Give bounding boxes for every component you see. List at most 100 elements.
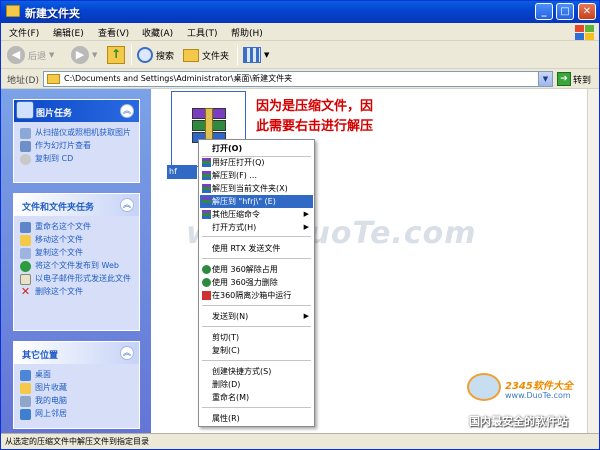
folder-icon	[6, 5, 20, 17]
menu-extract-to[interactable]: 解压到(F) ...	[200, 169, 313, 182]
views-button[interactable]: ▼	[243, 44, 269, 66]
minimize-button[interactable]: _	[535, 3, 553, 20]
menu-open-with-haozip[interactable]: 用好压打开(Q)	[200, 156, 313, 169]
pictures-folder-icon	[20, 383, 31, 394]
annotation-note: 因为是压缩文件，因 此需要右击进行解压	[256, 99, 374, 134]
chevron-down-icon: ▼	[92, 51, 98, 59]
task-email-file[interactable]: 以电子邮件形式发送此文件	[20, 274, 133, 285]
toolbar-separator	[237, 45, 238, 65]
menu-open[interactable]: 打开(O)	[200, 142, 313, 155]
menu-separator	[202, 407, 311, 408]
menu-separator	[202, 258, 311, 259]
picture-tasks-panel: 图片任务 ︽ 从扫描仪或照相机获取图片 作为幻灯片查看 复制到 CD	[13, 99, 140, 183]
windows-logo-icon	[573, 24, 595, 40]
address-input[interactable]: C:\Documents and Settings\Administrator\…	[43, 71, 553, 87]
place-my-pictures[interactable]: 图片收藏	[20, 383, 133, 394]
menu-delete[interactable]: 删除(D)	[200, 378, 313, 391]
menu-360-force-delete[interactable]: 使用 360强力删除	[200, 276, 313, 289]
menu-cut[interactable]: 剪切(T)	[200, 331, 313, 344]
file-tasks-panel: 文件和文件夹任务 ︽ 重命名这个文件 移动这个文件 复制这个文件 将这个文件发布…	[13, 193, 140, 331]
context-menu: 打开(O) 用好压打开(Q) 解压到(F) ... 解压到当前文件夹(X) 解压…	[198, 139, 315, 427]
delete-icon: ✕	[20, 285, 31, 298]
search-button[interactable]: 搜索	[137, 44, 174, 66]
computer-icon	[20, 396, 31, 407]
camera-icon	[20, 128, 31, 139]
watermark-tagline: 国内最安全的软件站	[469, 415, 568, 428]
search-icon	[137, 47, 153, 63]
folders-label: 文件夹	[202, 51, 230, 62]
rename-icon	[20, 222, 31, 233]
place-network[interactable]: 网上邻居	[20, 409, 133, 420]
watermark-logo: 2345软件大全 www.DuoTe.com	[463, 353, 593, 409]
collapse-icon[interactable]: ︽	[120, 346, 134, 360]
search-label: 搜索	[156, 51, 175, 62]
panel-title: 文件和文件夹任务	[22, 203, 95, 213]
views-icon	[243, 47, 261, 63]
menu-send-to[interactable]: 发送到(N) ▶	[200, 310, 313, 323]
chevron-down-icon[interactable]: ▼	[538, 72, 552, 86]
task-scan-images[interactable]: 从扫描仪或照相机获取图片	[20, 128, 133, 139]
menu-rtx-send[interactable]: 使用 RTX 发送文件	[200, 242, 313, 255]
menu-rename[interactable]: 重命名(M)	[200, 391, 313, 404]
go-arrow-icon: ➔	[557, 72, 571, 86]
submenu-arrow-icon: ▶	[303, 223, 309, 231]
network-icon	[20, 409, 31, 420]
globe-icon	[20, 261, 31, 272]
task-slideshow[interactable]: 作为幻灯片查看	[20, 141, 133, 152]
menu-copy[interactable]: 复制(C)	[200, 344, 313, 357]
file-name-label[interactable]: hf	[167, 165, 197, 179]
other-places-panel: 其它位置 ︽ 桌面 图片收藏 我的电脑 网上邻居	[13, 341, 140, 429]
go-button[interactable]: ➔ 转到	[557, 71, 597, 87]
panel-header[interactable]: 文件和文件夹任务 ︽	[14, 194, 139, 216]
menu-extract-here[interactable]: 解压到当前文件夹(X)	[200, 182, 313, 195]
folder-icon	[47, 74, 60, 84]
menu-create-shortcut[interactable]: 创建快捷方式(S)	[200, 365, 313, 378]
haozip-icon	[202, 197, 211, 206]
task-copy-file[interactable]: 复制这个文件	[20, 248, 133, 259]
submenu-arrow-icon: ▶	[303, 210, 309, 218]
title-bar[interactable]: 新建文件夹 _ □ ✕	[1, 1, 599, 23]
haozip-icon	[202, 158, 211, 167]
up-button[interactable]: ↑	[107, 44, 125, 66]
collapse-icon[interactable]: ︽	[120, 198, 134, 212]
menu-file[interactable]: 文件(F)	[9, 26, 39, 39]
folders-button[interactable]: 文件夹	[183, 44, 229, 66]
place-my-computer[interactable]: 我的电脑	[20, 396, 133, 407]
panel-header[interactable]: 其它位置 ︽	[14, 342, 139, 364]
move-icon	[20, 235, 31, 246]
task-move-file[interactable]: 移动这个文件	[20, 235, 133, 246]
close-button[interactable]: ✕	[578, 3, 596, 20]
place-desktop[interactable]: 桌面	[20, 370, 133, 381]
menu-view[interactable]: 查看(V)	[98, 26, 129, 39]
menu-help[interactable]: 帮助(H)	[231, 26, 263, 39]
task-delete-file[interactable]: ✕ 删除这个文件	[20, 285, 133, 298]
task-publish-web[interactable]: 将这个文件发布到 Web	[20, 261, 133, 272]
back-button[interactable]: ◀ 后退 ▼	[7, 44, 54, 66]
menu-360-unlock[interactable]: 使用 360解除占用	[200, 263, 313, 276]
menu-favorites[interactable]: 收藏(A)	[142, 26, 173, 39]
panel-title: 图片任务	[36, 109, 73, 119]
go-label: 转到	[573, 75, 592, 86]
menu-other-compress[interactable]: 其他压缩命令 ▶	[200, 208, 313, 221]
maximize-button[interactable]: □	[556, 3, 574, 20]
task-copy-to-cd[interactable]: 复制到 CD	[20, 154, 133, 165]
menu-properties[interactable]: 属性(R)	[200, 412, 313, 425]
forward-button[interactable]: ▶ ▼	[71, 44, 97, 66]
menu-tools[interactable]: 工具(T)	[187, 26, 218, 39]
haozip-icon	[202, 184, 211, 193]
menu-edit[interactable]: 编辑(E)	[53, 26, 84, 39]
submenu-arrow-icon: ▶	[303, 312, 309, 320]
menu-360-sandbox[interactable]: 在360隔离沙箱中运行	[200, 289, 313, 302]
360-icon	[202, 278, 211, 287]
collapse-icon[interactable]: ︽	[120, 104, 134, 118]
sandbox-icon	[202, 291, 211, 300]
360-icon	[202, 265, 211, 274]
menu-extract-to-folder[interactable]: 解压到 "hfrj\" (E)	[200, 195, 313, 208]
panel-header[interactable]: 图片任务 ︽	[14, 100, 139, 122]
chevron-down-icon: ▼	[49, 51, 55, 59]
up-folder-icon: ↑	[107, 46, 125, 64]
window-title: 新建文件夹	[25, 7, 80, 20]
menu-separator	[202, 305, 311, 306]
task-rename-file[interactable]: 重命名这个文件	[20, 222, 133, 233]
menu-open-with[interactable]: 打开方式(H) ▶	[200, 221, 313, 234]
